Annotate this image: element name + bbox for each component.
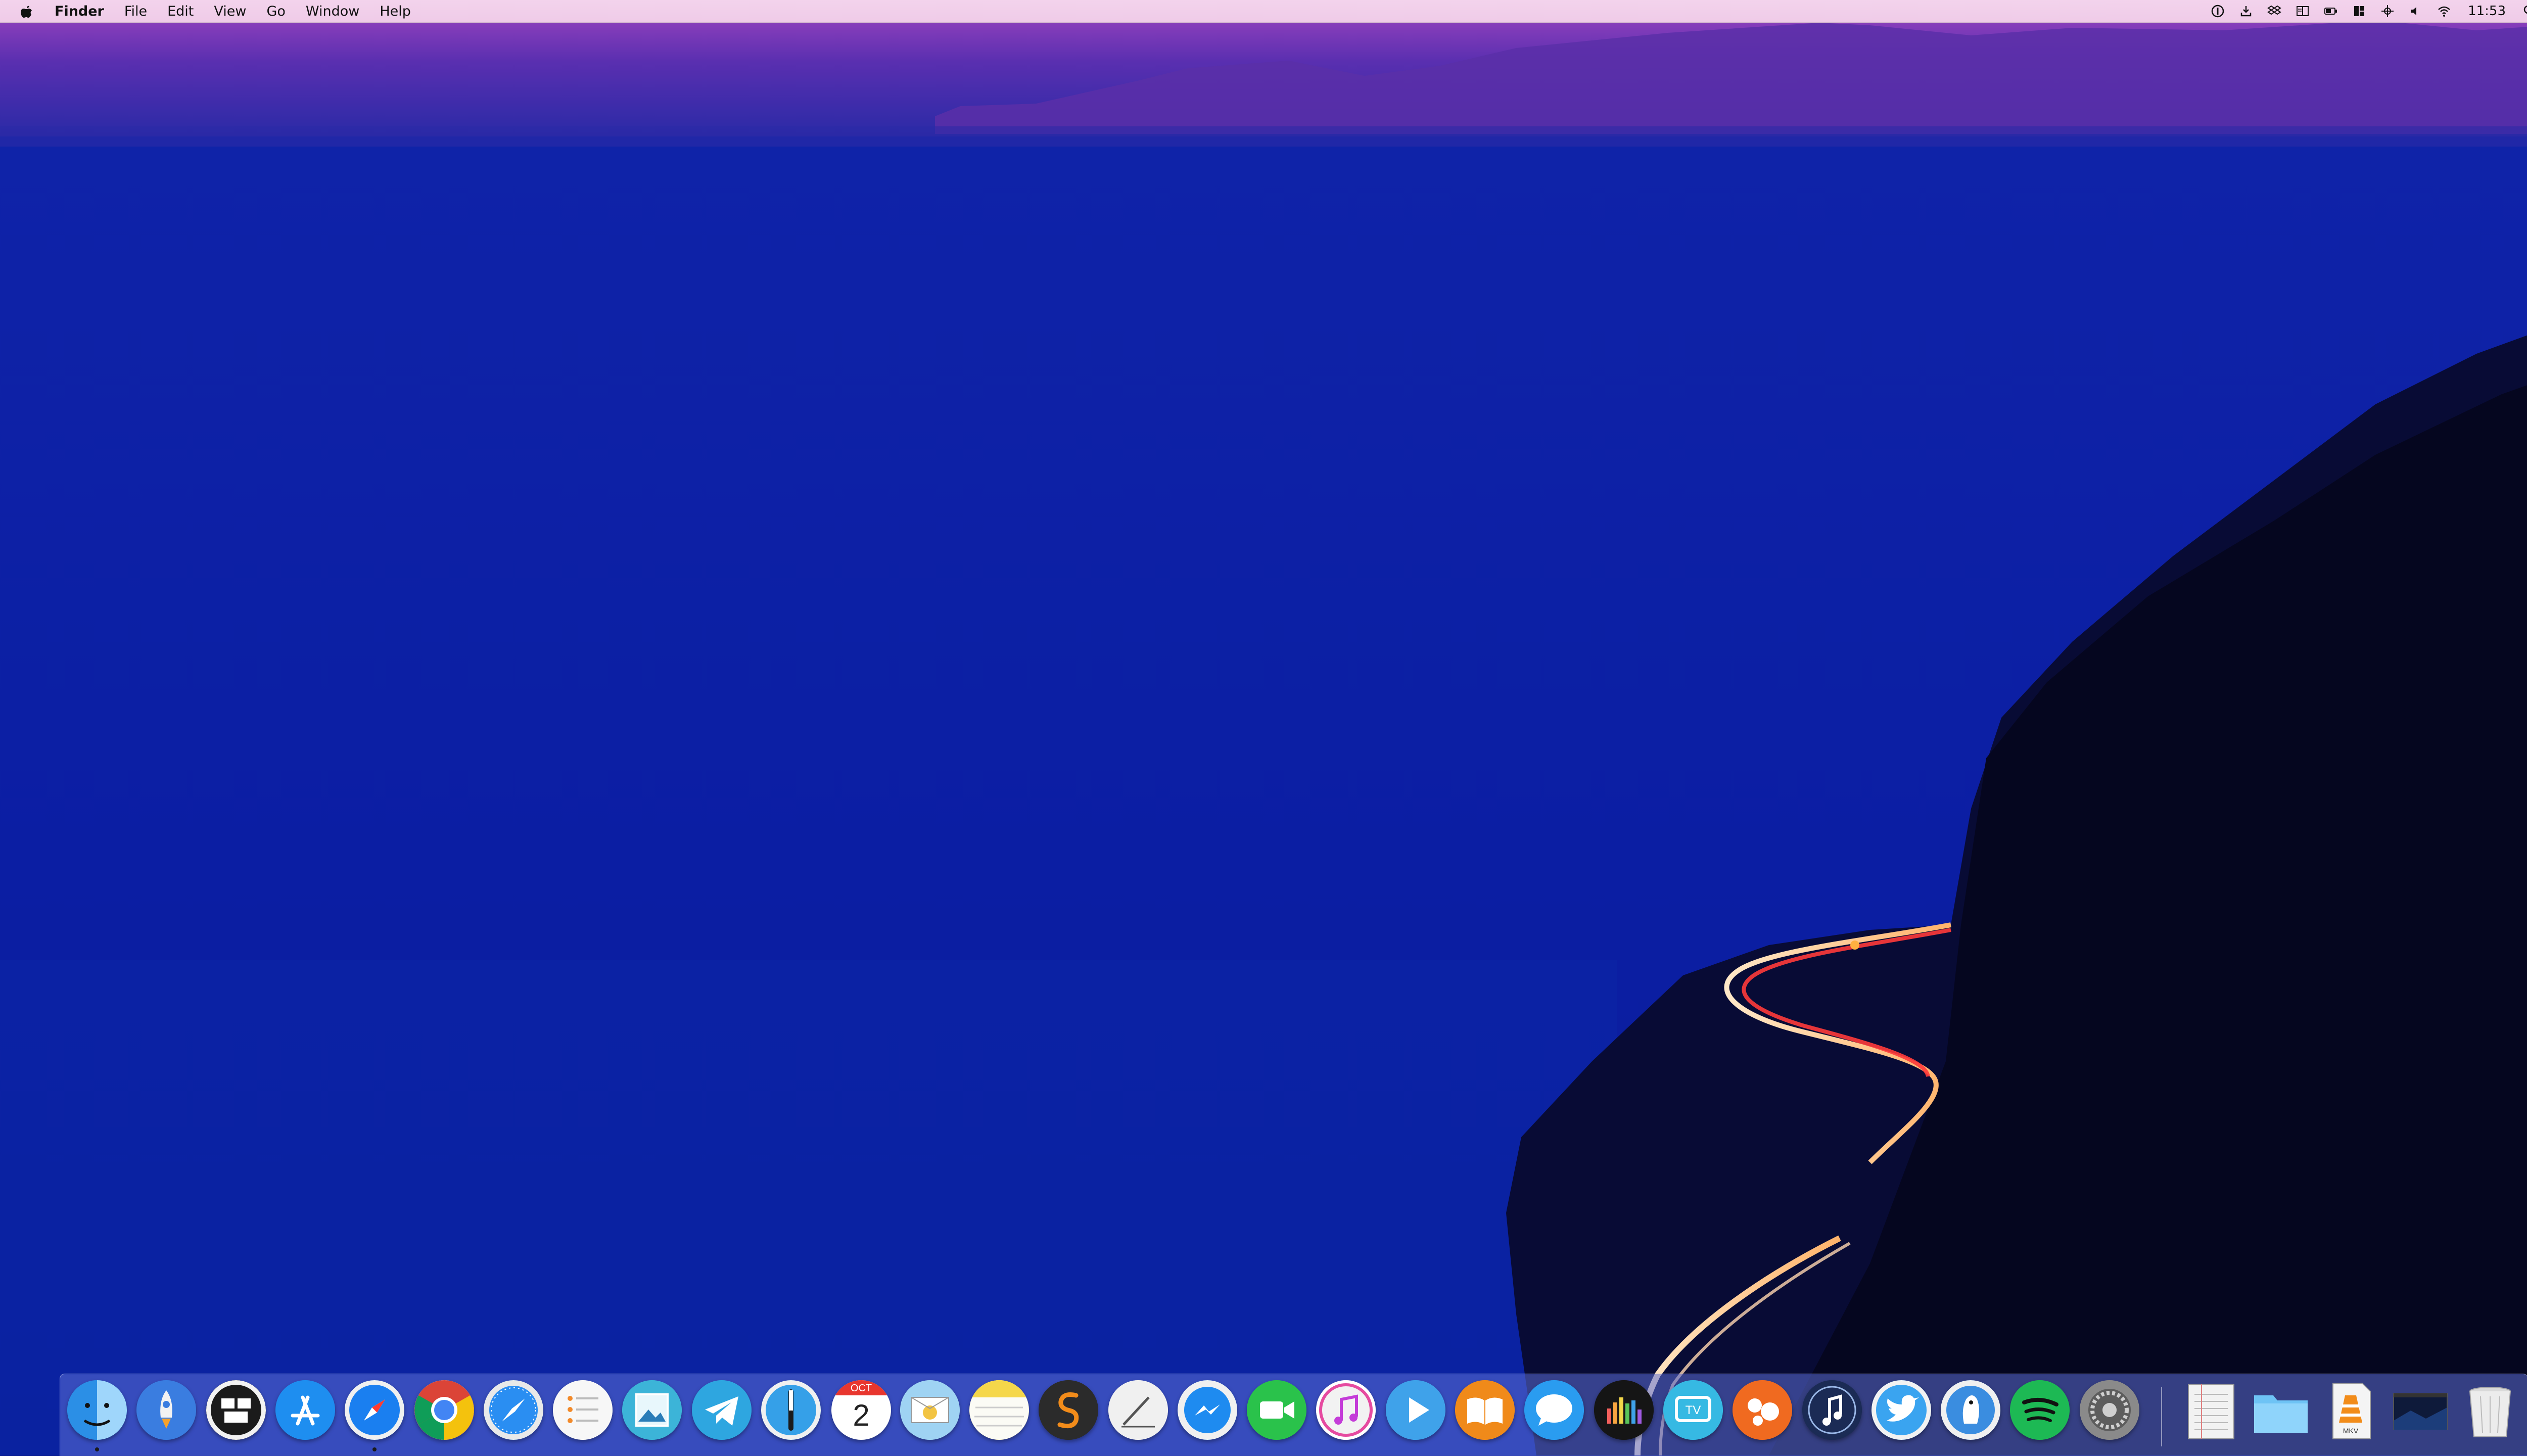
screenshot-file-icon[interactable] [2391, 1380, 2450, 1441]
app-store-icon[interactable] [275, 1380, 335, 1440]
calendar-day: 2 [853, 1398, 870, 1432]
menu-file[interactable]: File [124, 4, 147, 19]
svg-text:TV: TV [1686, 1403, 1701, 1417]
notes-icon[interactable] [969, 1380, 1029, 1440]
twitter-icon[interactable] [1871, 1380, 1931, 1440]
menu-bar: Finder File Edit View Go Window Help 11:… [0, 0, 2527, 23]
photos-mail-icon[interactable] [900, 1380, 960, 1440]
trash-icon[interactable] [2460, 1380, 2520, 1441]
safari-compass-icon[interactable] [484, 1380, 543, 1440]
calendar-icon[interactable]: OCT 2 [831, 1380, 891, 1440]
desktop-wallpaper [0, 0, 2527, 1455]
messages-icon[interactable] [1524, 1380, 1584, 1440]
messenger-icon[interactable] [1178, 1380, 1237, 1440]
equalizer-icon[interactable] [1594, 1380, 1654, 1440]
folder-icon[interactable] [2251, 1380, 2311, 1441]
chrome-icon[interactable] [414, 1380, 474, 1440]
infuse-icon[interactable] [1386, 1380, 1445, 1440]
preview-icon[interactable] [622, 1380, 682, 1440]
reminders-icon[interactable] [553, 1380, 613, 1440]
menubar-clock[interactable]: 11:53 [2468, 4, 2506, 19]
document-stack-icon[interactable] [2181, 1380, 2241, 1441]
mkv-file-icon[interactable]: MKV [2321, 1380, 2380, 1441]
menu-view[interactable]: View [214, 4, 246, 19]
running-indicator [372, 1447, 377, 1451]
battery-icon[interactable] [2323, 4, 2338, 19]
cyberduck-icon[interactable] [1941, 1380, 2000, 1440]
magnet-icon[interactable] [2352, 4, 2367, 19]
cleaner-icon[interactable] [1733, 1380, 1792, 1440]
capo-icon[interactable] [1802, 1380, 1862, 1440]
sublime-text-icon[interactable] [1039, 1380, 1098, 1440]
tempi-icon[interactable] [761, 1380, 821, 1440]
menu-window[interactable]: Window [306, 4, 359, 19]
finder-icon[interactable] [67, 1380, 127, 1440]
mkv-file-label: MKV [2343, 1427, 2359, 1435]
telegram-icon[interactable] [692, 1380, 752, 1440]
wifi-icon[interactable] [2437, 4, 2452, 19]
facetime-icon[interactable] [1247, 1380, 1306, 1440]
spotify-icon[interactable] [2010, 1380, 2070, 1440]
dropbox-icon[interactable] [2267, 4, 2282, 19]
dock-separator [2161, 1387, 2162, 1446]
window-layout-icon[interactable] [2295, 4, 2310, 19]
menu-go[interactable]: Go [266, 4, 285, 19]
spotlight-icon[interactable] [2522, 4, 2527, 19]
download-icon[interactable] [2238, 4, 2254, 19]
active-app-name[interactable]: Finder [55, 4, 104, 19]
launchpad-icon[interactable] [136, 1380, 196, 1440]
mission-control-icon[interactable] [206, 1380, 266, 1440]
safari-icon[interactable] [345, 1380, 404, 1440]
1password-icon[interactable] [2210, 4, 2225, 19]
crosshair-icon[interactable] [2380, 4, 2395, 19]
menu-help[interactable]: Help [380, 4, 411, 19]
system-preferences-icon[interactable] [2080, 1380, 2139, 1440]
volume-icon[interactable] [2408, 4, 2423, 19]
ibooks-icon[interactable] [1455, 1380, 1515, 1440]
tv-icon[interactable]: TV [1663, 1380, 1723, 1440]
apple-menu-icon[interactable] [19, 0, 34, 22]
running-indicator [95, 1447, 99, 1451]
script-editor-icon[interactable] [1108, 1380, 1168, 1440]
menu-edit[interactable]: Edit [167, 4, 194, 19]
itunes-icon[interactable] [1316, 1380, 1376, 1440]
